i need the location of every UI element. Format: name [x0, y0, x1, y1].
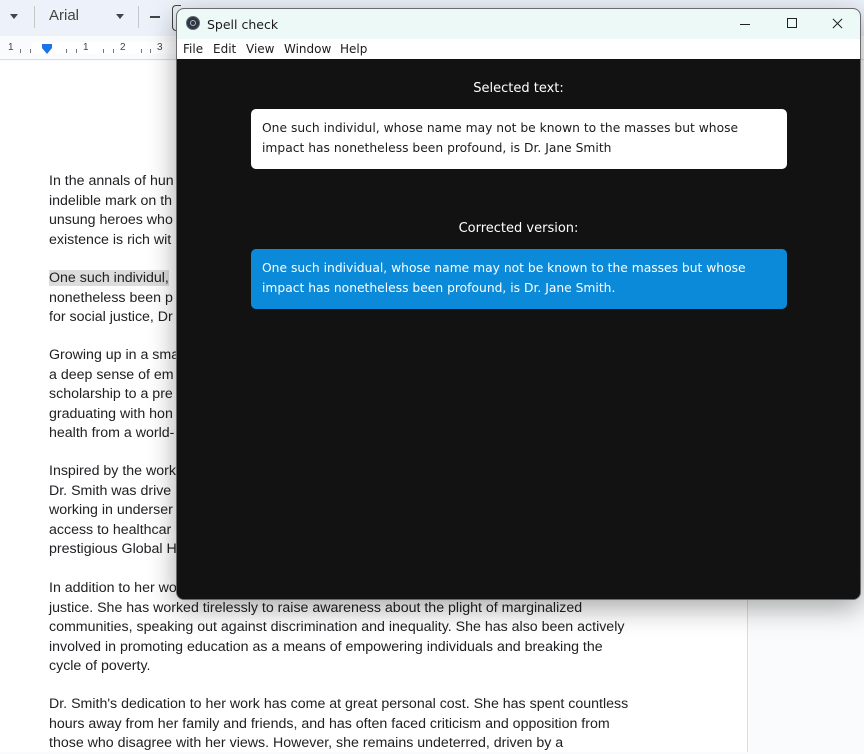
- menu-bar: File Edit View Window Help: [177, 39, 860, 59]
- indent-marker-icon[interactable]: [42, 48, 52, 54]
- spell-check-content: Selected text: One such individul, whose…: [177, 59, 860, 599]
- toolbar-divider: [34, 6, 35, 28]
- menu-edit[interactable]: Edit: [213, 42, 236, 56]
- window-title: Spell check: [207, 17, 279, 32]
- menu-help[interactable]: Help: [340, 42, 367, 56]
- ruler-tick: [76, 49, 77, 53]
- text-line: Inspired by the work: [49, 463, 176, 479]
- minimize-icon[interactable]: [723, 9, 769, 39]
- text-line: justice. She has worked tirelessly to ra…: [49, 599, 583, 616]
- ruler-tick: [66, 49, 67, 53]
- text-line: hours away from her family and friends, …: [49, 715, 610, 732]
- text-line: nonetheless been p: [49, 289, 173, 306]
- maximize-icon[interactable]: [769, 9, 815, 39]
- text-line: In addition to her wo: [49, 580, 177, 596]
- text-line: unsung heroes who: [49, 212, 173, 228]
- paragraph: Dr. Smith's dedication to her work has c…: [49, 695, 628, 754]
- ruler-tick: [30, 49, 31, 53]
- decrease-font-size-icon[interactable]: [150, 16, 160, 18]
- close-icon[interactable]: [815, 9, 860, 39]
- text-line: a deep sense of em: [49, 366, 174, 383]
- text-line: working in underser: [49, 502, 173, 518]
- text-line: for social justice, Dr: [49, 309, 173, 325]
- menu-file[interactable]: File: [183, 42, 203, 56]
- text-line: scholarship to a pre: [49, 386, 173, 402]
- paragraph: Growing up in a sma a deep sense of em s…: [49, 346, 179, 444]
- ruler-number: 1: [83, 42, 89, 53]
- ruler-tick: [150, 49, 151, 53]
- text-line: Growing up in a sma: [49, 347, 180, 363]
- text-line: cycle of poverty.: [49, 658, 151, 674]
- font-dropdown-chevron-icon[interactable]: [116, 14, 124, 19]
- text-line: communities, speaking out against discri…: [49, 619, 625, 635]
- selected-text-box: One such individul, whose name may not b…: [251, 109, 787, 169]
- paragraph: One such individul, nonetheless been p f…: [49, 269, 173, 328]
- toolbar-divider: [138, 6, 139, 28]
- text-line: Dr. Smith was drive: [49, 482, 172, 499]
- ruler-tick: [103, 49, 104, 53]
- text-line: those who disagree with her views. Howev…: [49, 735, 564, 751]
- paragraph: In the annals of hun indelible mark on t…: [49, 172, 174, 250]
- spell-check-window: Spell check File Edit View Window Help S…: [176, 8, 861, 600]
- selected-text-line: One such individul,: [49, 270, 169, 286]
- ruler-tick: [113, 49, 114, 53]
- menu-view[interactable]: View: [246, 42, 274, 56]
- ruler-tick: [141, 49, 142, 53]
- ruler-tick: [20, 49, 21, 53]
- corrected-text-box[interactable]: One such individual, whose name may not …: [251, 249, 787, 309]
- text-line: indelible mark on th: [49, 192, 173, 209]
- text-line: access to healthcar: [49, 521, 172, 538]
- text-line: existence is rich wit: [49, 231, 172, 248]
- paragraph: Inspired by the work Dr. Smith was drive…: [49, 462, 177, 560]
- font-family-select[interactable]: Arial: [49, 7, 79, 24]
- text-line: graduating with hon: [49, 405, 173, 422]
- ruler-number: 3: [157, 42, 163, 53]
- text-line: health from a world-: [49, 425, 175, 441]
- title-bar[interactable]: Spell check: [177, 9, 860, 39]
- menu-window[interactable]: Window: [284, 42, 331, 56]
- electron-icon: [186, 16, 200, 30]
- corrected-version-label: Corrected version:: [458, 221, 579, 236]
- ruler-number: 2: [120, 42, 126, 53]
- text-line: Dr. Smith's dedication to her work has c…: [49, 696, 629, 712]
- text-line: In the annals of hun: [49, 173, 174, 189]
- text-line: involved in promoting education as a mea…: [49, 638, 603, 655]
- selected-text-label: Selected text:: [473, 81, 564, 96]
- text-line: prestigious Global H: [49, 541, 177, 557]
- ruler-number: 1: [8, 42, 14, 53]
- chevron-down-icon[interactable]: [10, 14, 18, 19]
